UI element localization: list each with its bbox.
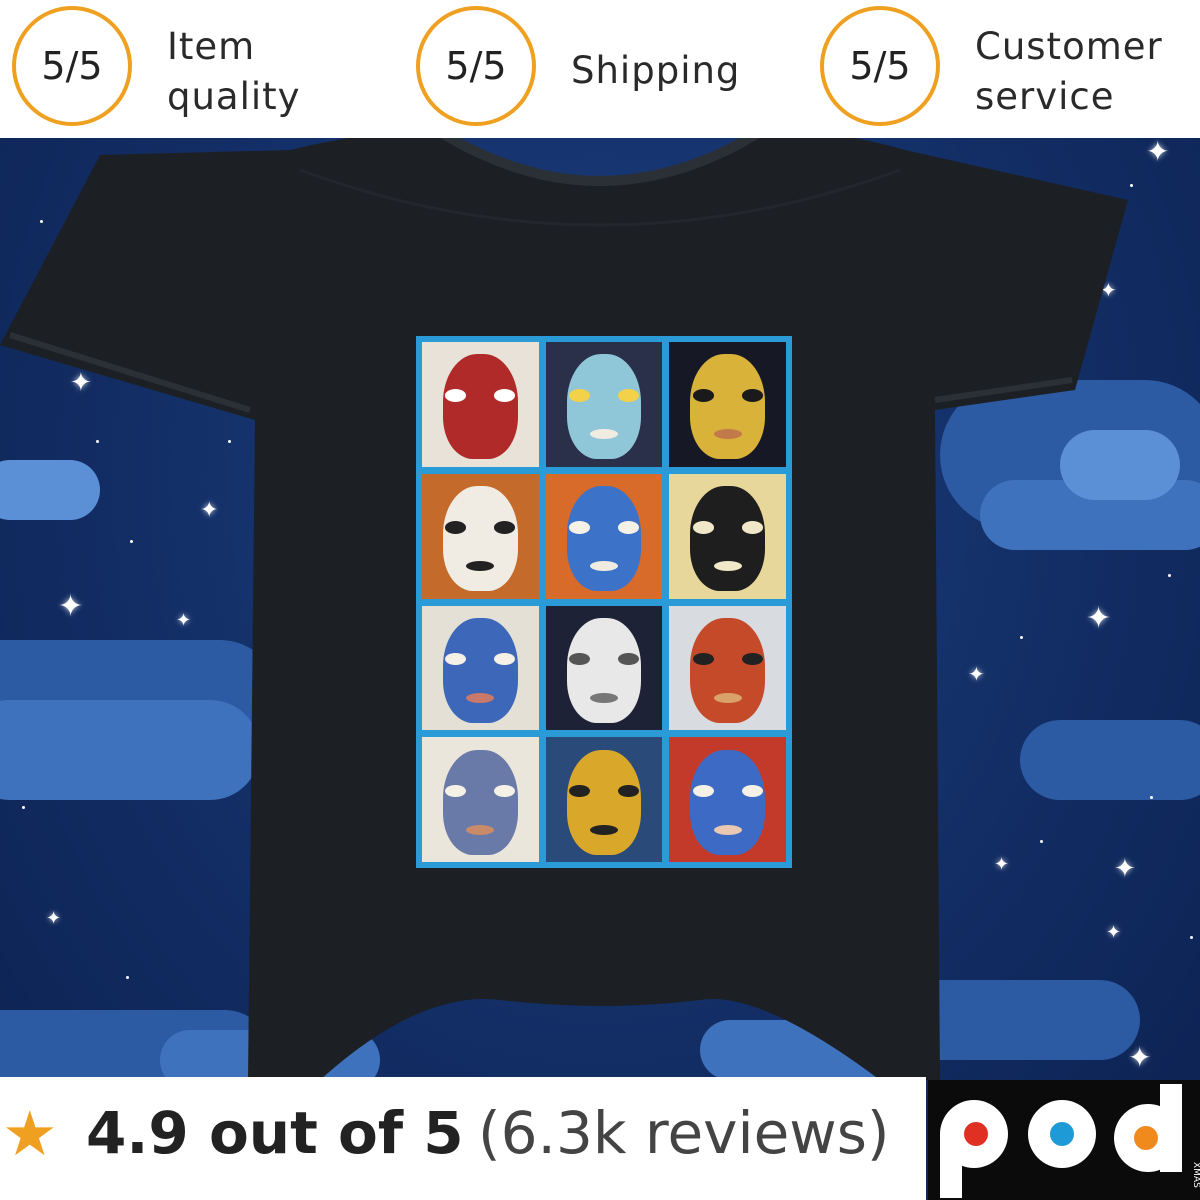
mask-tile — [422, 737, 539, 862]
mask-tile — [422, 473, 539, 599]
rating-label-line: Customer — [975, 25, 1163, 68]
rating-label-line: Shipping — [571, 49, 741, 92]
mask-tile — [669, 605, 786, 731]
rating-label-line: Item — [167, 25, 256, 68]
rating-item-shipping: 5/5 Shipping — [416, 6, 796, 132]
rating-label: Item quality — [167, 22, 301, 122]
score-value: 5/5 — [41, 44, 103, 88]
mask-tile — [669, 473, 786, 599]
mask-tile — [545, 342, 663, 467]
mask-tile — [545, 737, 663, 862]
rating-label-line: quality — [167, 75, 301, 118]
rating-label-line: service — [975, 75, 1115, 118]
rating-label: Customer service — [975, 22, 1163, 122]
pod-logo: XMAS — [928, 1080, 1200, 1200]
review-score: 4.9 out of 5 — [86, 1099, 464, 1167]
score-value: 5/5 — [445, 44, 507, 88]
mask-tile — [422, 605, 539, 731]
mask-tile — [669, 342, 786, 467]
mask-tile — [545, 473, 663, 599]
star-icon: ★ — [2, 1097, 58, 1170]
score-badge: 5/5 — [12, 6, 132, 126]
score-value: 5/5 — [849, 44, 911, 88]
logo-small-text: XMAS — [1191, 1162, 1200, 1188]
mask-grid — [422, 342, 786, 862]
rating-label: Shipping — [571, 46, 740, 96]
mask-tile — [545, 605, 663, 731]
score-badge: 5/5 — [820, 6, 940, 126]
mask-tile — [422, 342, 539, 467]
lucha-mask-print — [416, 336, 792, 868]
ratings-strip: 5/5 Item quality 5/5 Shipping 5/5 Custom… — [0, 0, 1200, 138]
rating-item-customer-service: 5/5 Customer service — [820, 6, 1200, 132]
rating-item-quality: 5/5 Item quality — [12, 6, 392, 132]
mask-tile — [669, 737, 786, 862]
score-badge: 5/5 — [416, 6, 536, 126]
review-count: (6.3k reviews) — [478, 1099, 890, 1167]
